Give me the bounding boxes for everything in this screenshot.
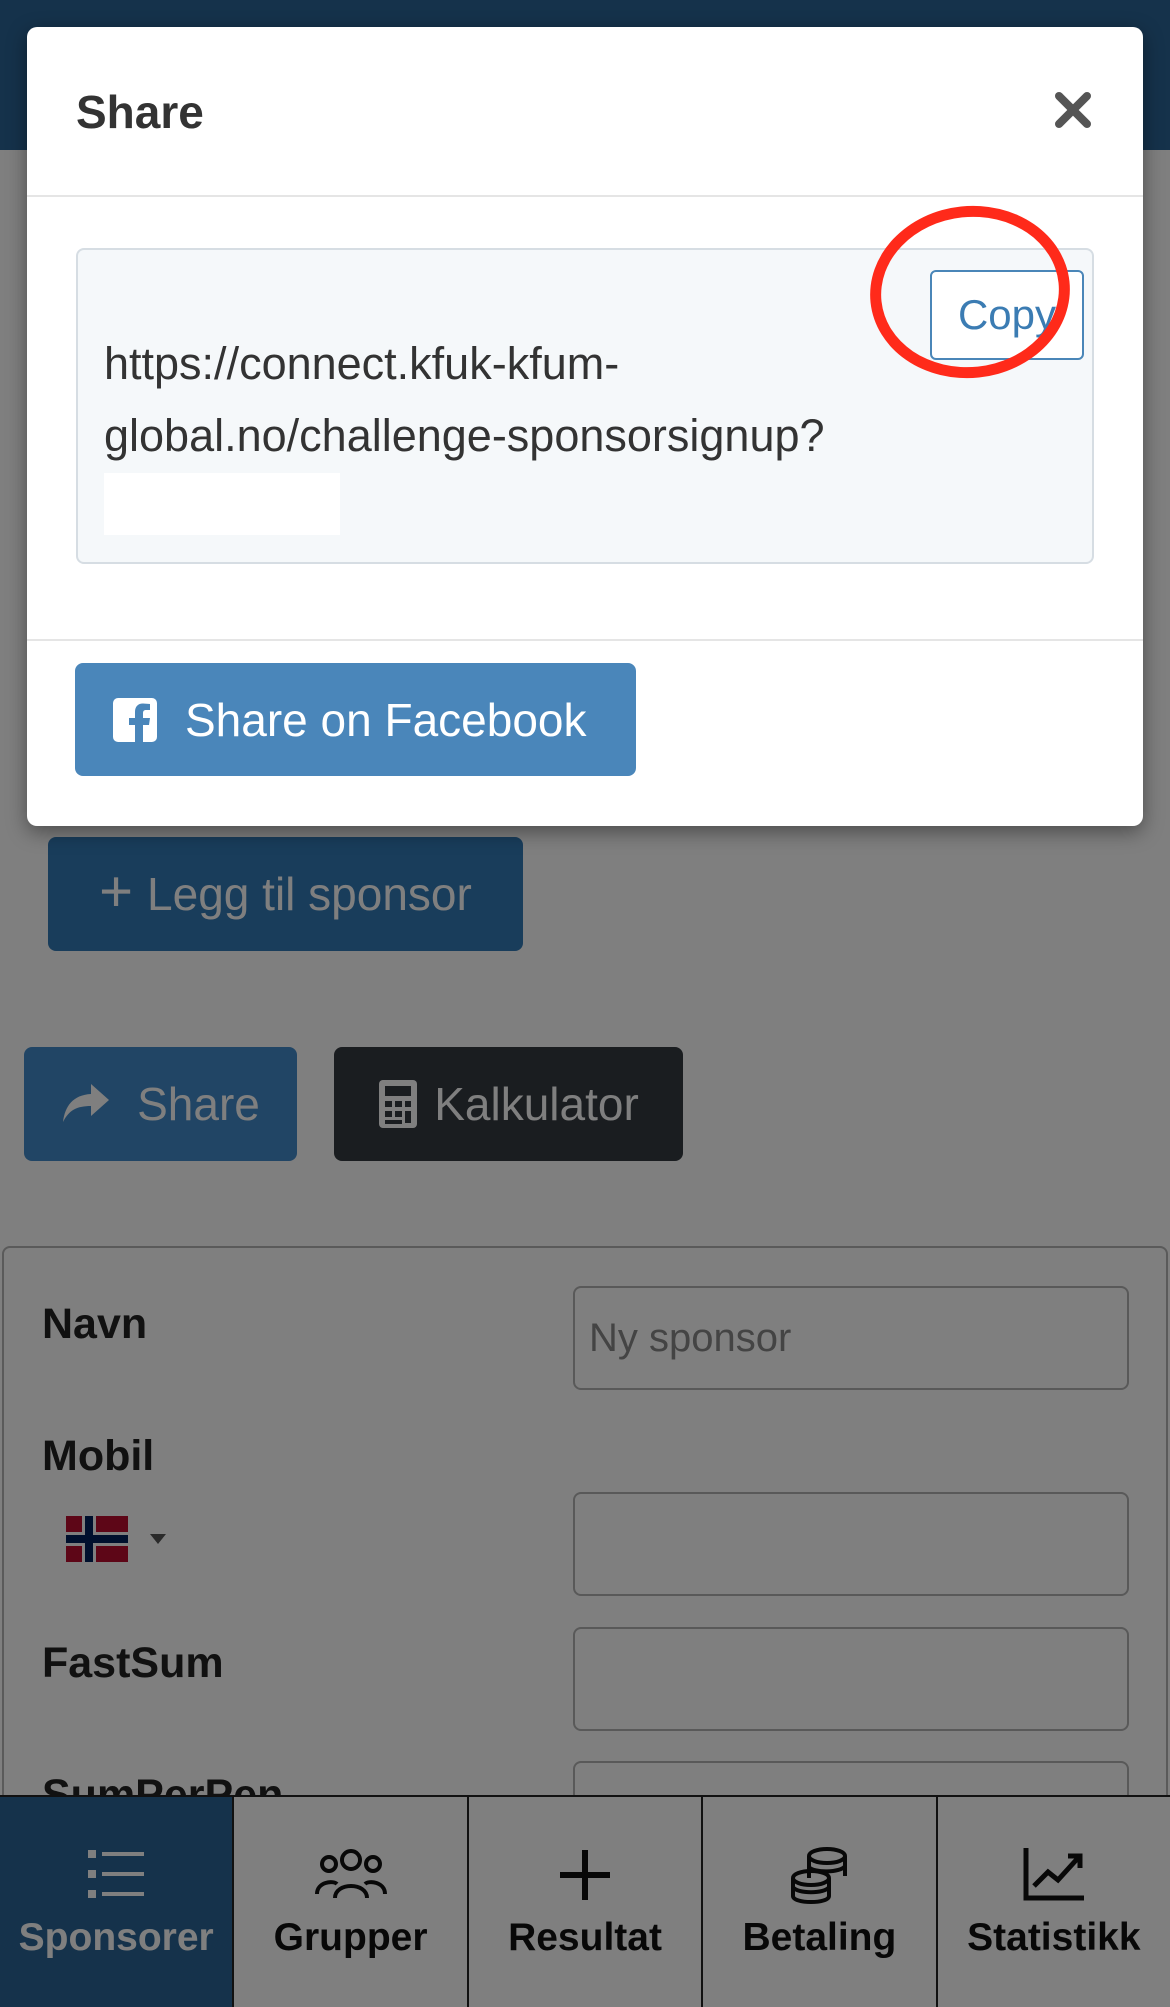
modal-header: Share: [27, 27, 1143, 197]
copy-label: Copy: [957, 291, 1057, 338]
facebook-square-icon: [113, 697, 157, 742]
share-modal: Share https://connect.kfuk-kfum-global.n…: [27, 27, 1143, 826]
modal-title: Share: [76, 86, 204, 138]
share-url: https://connect.kfuk-kfum-global.no/chal…: [104, 338, 825, 461]
share-on-facebook-button[interactable]: Share on Facebook: [75, 663, 636, 776]
redacted-region: [104, 473, 340, 535]
close-icon[interactable]: [1045, 82, 1101, 138]
facebook-label: Share on Facebook: [185, 693, 587, 746]
copy-button[interactable]: Copy: [930, 270, 1084, 360]
modal-body: https://connect.kfuk-kfum-global.no/chal…: [27, 199, 1143, 641]
share-url-box: https://connect.kfuk-kfum-global.no/chal…: [76, 248, 1094, 564]
